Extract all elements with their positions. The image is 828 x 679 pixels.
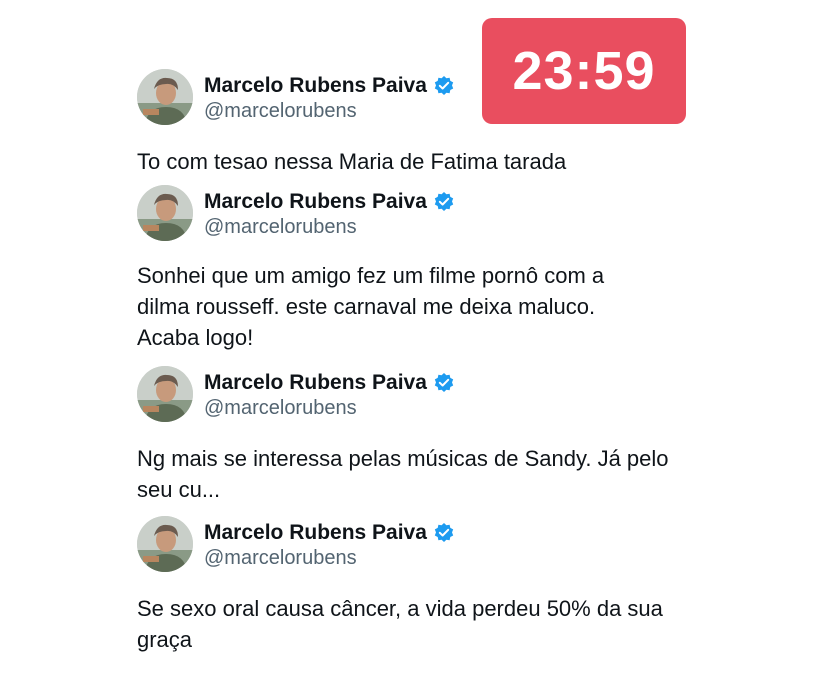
tweet-header: Marcelo Rubens Paiva @marcelorubens: [137, 516, 697, 572]
author-handle[interactable]: @marcelorubens: [204, 397, 357, 420]
author-handle[interactable]: @marcelorubens: [204, 547, 357, 570]
verified-badge-icon: [433, 372, 455, 394]
avatar[interactable]: [137, 516, 193, 572]
avatar[interactable]: [137, 69, 193, 125]
tweet-text: Se sexo oral causa câncer, a vida perdeu…: [137, 596, 663, 652]
tweet-card[interactable]: Marcelo Rubens Paiva @marcelorubens Se s…: [137, 516, 697, 655]
tweet-text: Ng mais se interessa pelas músicas de Sa…: [137, 446, 669, 502]
author-handle[interactable]: @marcelorubens: [204, 216, 357, 239]
tweet-text: To com tesao nessa Maria de Fatima tarad…: [137, 149, 567, 174]
tweet-card[interactable]: Marcelo Rubens Paiva @marcelorubens Ng m…: [137, 366, 697, 505]
tweet-card[interactable]: Marcelo Rubens Paiva @marcelorubens Sonh…: [137, 185, 697, 353]
avatar[interactable]: [137, 366, 193, 422]
author-name[interactable]: Marcelo Rubens Paiva: [204, 190, 455, 214]
author-name[interactable]: Marcelo Rubens Paiva: [204, 521, 455, 545]
author-name[interactable]: Marcelo Rubens Paiva: [204, 371, 455, 395]
tweet-header: Marcelo Rubens Paiva @marcelorubens: [137, 366, 697, 422]
tweet-header: Marcelo Rubens Paiva @marcelorubens: [137, 185, 697, 241]
tweet-header: Marcelo Rubens Paiva @marcelorubens: [137, 69, 697, 125]
author-name[interactable]: Marcelo Rubens Paiva: [204, 74, 455, 98]
author-handle[interactable]: @marcelorubens: [204, 100, 357, 123]
avatar[interactable]: [137, 185, 193, 241]
tweet-text: Sonhei que um amigo fez um filme pornô c…: [137, 263, 605, 350]
verified-badge-icon: [433, 522, 455, 544]
tweet-card[interactable]: Marcelo Rubens Paiva @marcelorubens To c…: [137, 69, 697, 177]
verified-badge-icon: [433, 191, 455, 213]
verified-badge-icon: [433, 75, 455, 97]
